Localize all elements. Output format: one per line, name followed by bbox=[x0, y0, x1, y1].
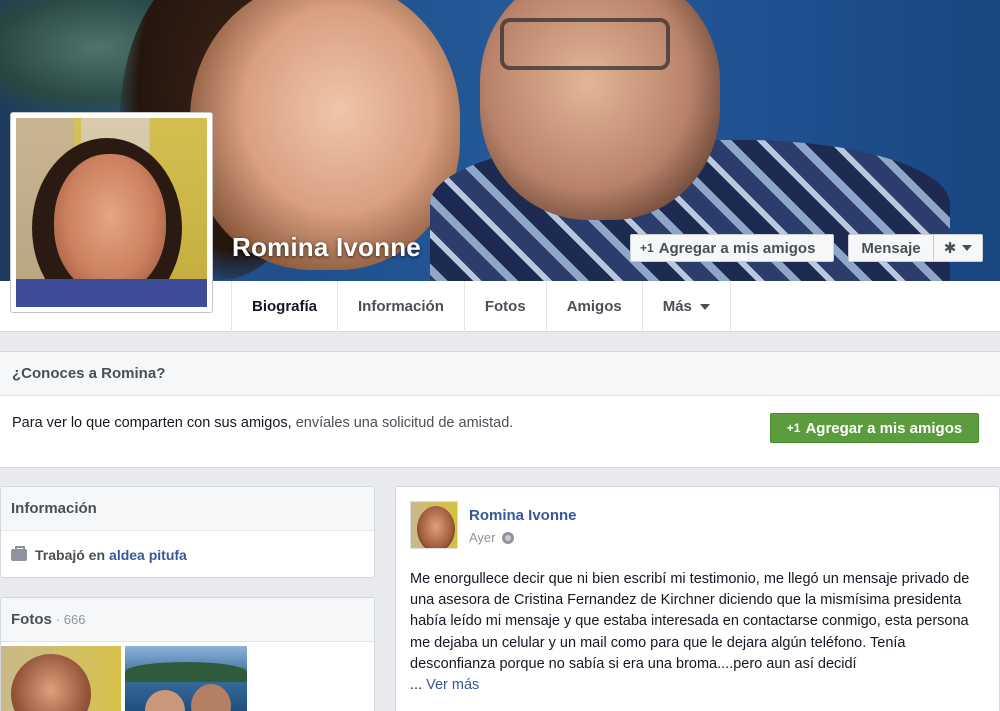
post-card: Romina Ivonne Ayer Me enorgullece decir … bbox=[395, 486, 1000, 711]
thumb-mountain bbox=[125, 662, 247, 682]
friend-request-title: ¿Conoces a Romina? bbox=[0, 352, 1000, 396]
tab-biografia[interactable]: Biografía bbox=[231, 281, 337, 332]
briefcase-icon bbox=[11, 546, 27, 561]
message-label: Mensaje bbox=[861, 239, 921, 257]
post-ellipsis: ... bbox=[410, 677, 423, 694]
info-card-title[interactable]: Información bbox=[1, 487, 374, 531]
tab-label: Amigos bbox=[566, 298, 622, 315]
avatar-face bbox=[417, 506, 455, 548]
cover-glasses bbox=[500, 18, 670, 70]
tab-label: Fotos bbox=[484, 298, 526, 315]
add-friend-button[interactable]: +1 Agregar a mis amigos bbox=[630, 234, 834, 262]
friend-request-text: Para ver lo que comparten con sus amigos… bbox=[12, 415, 513, 431]
tab-label: Información bbox=[358, 298, 444, 315]
settings-menu-button[interactable]: ✱ bbox=[933, 234, 983, 262]
photos-count: · 666 bbox=[55, 612, 86, 627]
post-time[interactable]: Ayer bbox=[469, 530, 496, 545]
tab-informacion[interactable]: Información bbox=[337, 281, 464, 332]
photo-face bbox=[54, 154, 166, 294]
photo-thumbnail[interactable] bbox=[1, 646, 121, 711]
profile-name[interactable]: Romina Ivonne bbox=[232, 232, 421, 263]
chevron-down-icon bbox=[699, 303, 710, 310]
work-entry: Trabajó en aldea pitufa bbox=[11, 546, 187, 563]
message-button[interactable]: Mensaje bbox=[848, 234, 934, 262]
avatar[interactable] bbox=[410, 501, 458, 549]
post-body: Me enorgullece decir que ni bien escribí… bbox=[410, 569, 990, 696]
profile-photo bbox=[16, 118, 207, 307]
tab-list: Biografía Información Fotos Amigos Más bbox=[231, 281, 731, 332]
photo-thumbnail[interactable] bbox=[125, 646, 247, 711]
photo-clothes bbox=[16, 279, 207, 307]
photos-card-title[interactable]: Fotos bbox=[11, 611, 52, 628]
tab-fotos[interactable]: Fotos bbox=[463, 281, 546, 332]
chevron-down-icon bbox=[962, 245, 973, 251]
plus-one-icon: +1 bbox=[640, 241, 654, 255]
thumb-person bbox=[191, 684, 231, 711]
gear-icon: ✱ bbox=[943, 240, 957, 257]
thumb-person bbox=[145, 690, 185, 711]
tab-mas[interactable]: Más bbox=[641, 281, 731, 332]
tab-amigos[interactable]: Amigos bbox=[545, 281, 642, 332]
tab-label: Más bbox=[662, 298, 692, 315]
add-friend-label: Agregar a mis amigos bbox=[658, 239, 816, 257]
profile-picture[interactable] bbox=[10, 112, 213, 313]
see-more-link[interactable]: Ver más bbox=[426, 677, 479, 693]
add-friend-green-button[interactable]: +1 Agregar a mis amigos bbox=[770, 413, 979, 443]
friend-request-text-muted: envíales una solicitud de amistad. bbox=[291, 415, 514, 431]
friend-request-box: ¿Conoces a Romina? Para ver lo que compa… bbox=[0, 351, 1000, 468]
plus-one-icon: +1 bbox=[786, 421, 801, 435]
work-prefix: Trabajó en bbox=[35, 547, 106, 563]
post-timestamp: Ayer bbox=[469, 530, 514, 545]
globe-icon bbox=[501, 531, 514, 544]
tab-label: Biografía bbox=[252, 298, 318, 315]
post-author[interactable]: Romina Ivonne bbox=[469, 507, 577, 524]
add-friend-green-label: Agregar a mis amigos bbox=[805, 419, 963, 437]
cover-face-woman bbox=[190, 0, 460, 270]
post-text: Me enorgullece decir que ni bien escribí… bbox=[410, 571, 970, 672]
friend-request-text-main: Para ver lo que comparten con sus amigos… bbox=[12, 415, 292, 431]
thumb-face bbox=[11, 654, 91, 711]
photos-card: Fotos · 666 bbox=[0, 597, 375, 711]
work-place-link[interactable]: aldea pitufa bbox=[109, 547, 187, 563]
info-card: Información Trabajó en aldea pitufa bbox=[0, 486, 375, 578]
photos-card-header: Fotos · 666 bbox=[1, 598, 374, 642]
